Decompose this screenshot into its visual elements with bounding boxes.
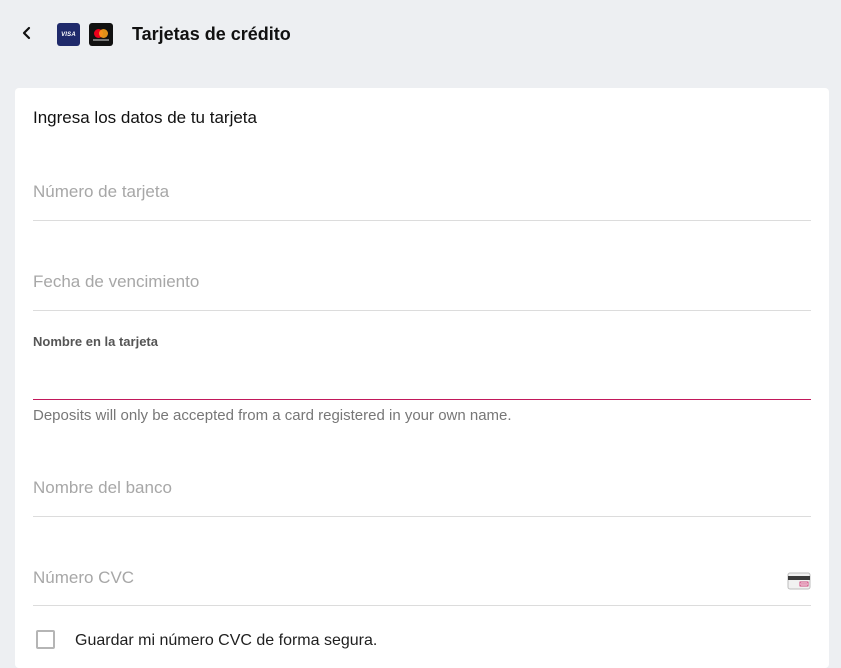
- visa-logo: VISA: [57, 23, 80, 46]
- bank-name-field[interactable]: Nombre del banco: [33, 454, 811, 517]
- cvc-number-field[interactable]: Número CVC: [33, 544, 811, 606]
- save-cvc-label[interactable]: Guardar mi número CVC de forma segura.: [75, 632, 377, 650]
- cardholder-name-helper-text: Deposits will only be accepted from a ca…: [33, 407, 512, 424]
- card-number-field[interactable]: Número de tarjeta: [33, 158, 811, 221]
- section-title: Ingresa los datos de tu tarjeta: [33, 108, 257, 127]
- cardholder-name-field[interactable]: Nombre en la tarjeta: [33, 332, 811, 400]
- card-number-placeholder: Número de tarjeta: [33, 182, 170, 201]
- visa-logo-text: VISA: [61, 31, 76, 38]
- save-cvc-checkbox[interactable]: [36, 630, 55, 649]
- cardholder-name-label: Nombre en la tarjeta: [33, 334, 158, 349]
- mastercard-logo: [89, 23, 113, 46]
- expiry-date-placeholder: Fecha de vencimiento: [33, 272, 200, 291]
- expiry-date-field[interactable]: Fecha de vencimiento: [33, 248, 811, 311]
- bank-name-placeholder: Nombre del banco: [33, 478, 172, 497]
- back-button[interactable]: [14, 20, 40, 46]
- card-back-icon: [787, 572, 811, 590]
- cvc-placeholder: Número CVC: [33, 568, 135, 587]
- top-bar: VISA Tarjetas de crédito: [0, 0, 841, 72]
- card-form-panel: Ingresa los datos de tu tarjeta Número d…: [15, 88, 829, 668]
- page-title: Tarjetas de crédito: [132, 24, 291, 44]
- chevron-left-icon: [22, 26, 31, 40]
